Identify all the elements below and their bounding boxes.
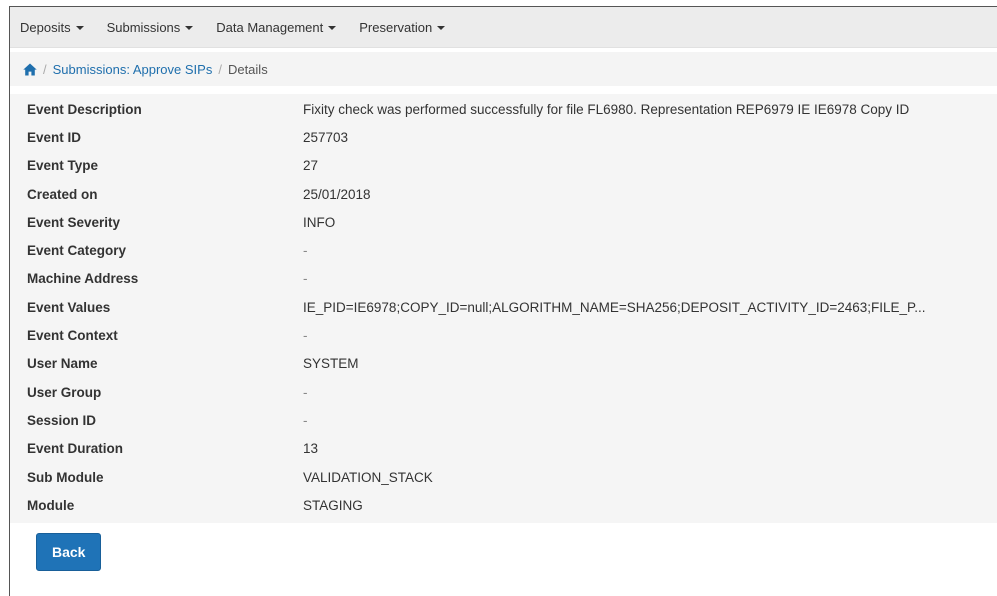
nav-preservation[interactable]: Preservation	[359, 19, 446, 35]
detail-row: Event Type 27	[10, 152, 997, 180]
detail-row: Sub Module VALIDATION_STACK	[10, 463, 997, 491]
detail-row: Event Values IE_PID=IE6978;COPY_ID=null;…	[10, 293, 997, 321]
detail-value: VALIDATION_STACK	[303, 469, 433, 485]
detail-value: -	[303, 271, 308, 287]
detail-value: Fixity check was performed successfully …	[303, 101, 910, 117]
detail-value: -	[303, 384, 308, 400]
nav-data-management-label: Data Management	[216, 19, 324, 35]
detail-value: 25/01/2018	[303, 186, 371, 202]
detail-value: -	[303, 243, 308, 259]
detail-label: User Name	[27, 356, 98, 372]
detail-value: IE_PID=IE6978;COPY_ID=null;ALGORITHM_NAM…	[303, 299, 926, 315]
chevron-down-icon	[75, 25, 84, 30]
detail-row: Event Duration 13	[10, 435, 997, 463]
detail-label: Event Description	[27, 101, 142, 117]
detail-label: Event Type	[27, 158, 99, 174]
detail-label: Event Duration	[27, 441, 124, 457]
detail-label: Event Category	[27, 243, 127, 259]
detail-label: Event Context	[27, 328, 118, 344]
nav-deposits[interactable]: Deposits	[20, 20, 84, 35]
back-button[interactable]: Back	[36, 533, 102, 571]
detail-value: 27	[303, 158, 319, 174]
detail-value: STAGING	[303, 497, 363, 513]
detail-value: SYSTEM	[303, 356, 359, 372]
chevron-down-icon	[185, 25, 194, 30]
detail-row: User Group -	[10, 378, 997, 406]
breadcrumb-separator: /	[43, 61, 47, 77]
event-details-panel: Event Description Fixity check was perfo…	[10, 94, 997, 523]
detail-row: Module STAGING	[10, 491, 997, 519]
home-icon[interactable]	[23, 63, 37, 76]
nav-submissions-label: Submissions	[106, 19, 181, 35]
detail-row: Event Category -	[10, 236, 997, 264]
footer-actions: Back	[10, 523, 997, 571]
detail-row: Event ID 257703	[10, 123, 997, 151]
detail-value: -	[303, 412, 308, 428]
detail-label: Session ID	[27, 412, 97, 428]
detail-label: Event Values	[27, 299, 111, 315]
nav-deposits-label: Deposits	[20, 19, 71, 35]
detail-row: Machine Address -	[10, 265, 997, 293]
detail-row: Event Context -	[10, 321, 997, 349]
detail-label: Machine Address	[27, 271, 139, 287]
chevron-down-icon	[328, 25, 337, 30]
detail-row: Session ID -	[10, 406, 997, 434]
breadcrumb: / Submissions: Approve SIPs / Details	[10, 52, 997, 86]
detail-label: Event ID	[27, 129, 82, 145]
detail-label: Created on	[27, 186, 98, 202]
detail-value: -	[303, 328, 308, 344]
detail-row: Event Severity INFO	[10, 208, 997, 236]
nav-preservation-label: Preservation	[359, 19, 433, 35]
top-nav: Deposits Submissions Data Management Pre…	[10, 7, 997, 48]
nav-data-management[interactable]: Data Management	[216, 19, 337, 35]
nav-submissions[interactable]: Submissions	[107, 20, 194, 35]
detail-value: 13	[303, 441, 319, 457]
detail-label: Module	[27, 497, 75, 513]
breadcrumb-separator: /	[218, 61, 222, 77]
breadcrumb-current: Details	[227, 61, 268, 77]
detail-row: User Name SYSTEM	[10, 350, 997, 378]
breadcrumb-link-approve-sips[interactable]: Submissions: Approve SIPs	[53, 62, 213, 77]
detail-value: INFO	[303, 214, 336, 230]
chevron-down-icon	[437, 25, 446, 30]
detail-label: Sub Module	[27, 469, 104, 485]
app-frame: Deposits Submissions Data Management Pre…	[9, 6, 997, 596]
detail-value: 257703	[303, 129, 349, 145]
detail-row: Event Description Fixity check was perfo…	[10, 95, 997, 123]
detail-row: Created on 25/01/2018	[10, 180, 997, 208]
detail-label: User Group	[27, 384, 102, 400]
detail-label: Event Severity	[27, 214, 121, 230]
